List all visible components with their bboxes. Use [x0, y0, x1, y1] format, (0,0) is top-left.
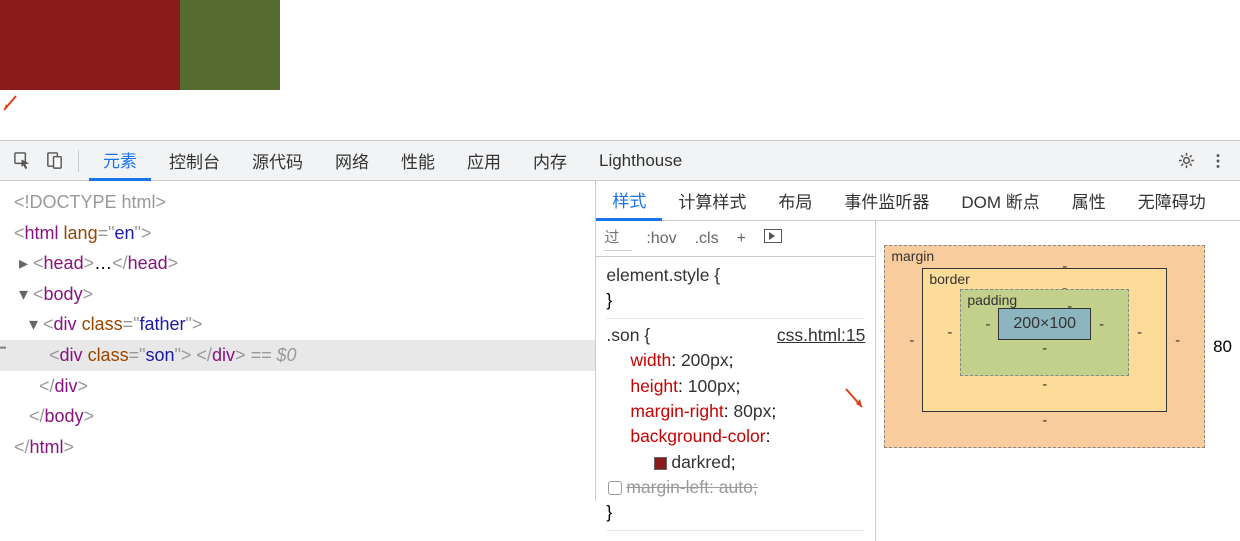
hov-button[interactable]: :hov	[642, 230, 680, 248]
subtab-dom-breakpoints[interactable]: DOM 断点	[945, 181, 1055, 221]
divider	[78, 150, 79, 172]
styles-toolbar: :hov .cls +	[596, 221, 875, 257]
inspect-icon[interactable]	[8, 147, 36, 175]
right-panels: 样式 计算样式 布局 事件监听器 DOM 断点 属性 无障碍功 :hov .cl…	[596, 181, 1240, 501]
subtab-computed[interactable]: 计算样式	[662, 181, 762, 221]
annotation-arrow	[2, 92, 22, 117]
new-rule-button[interactable]: +	[733, 230, 750, 248]
father-element	[0, 0, 280, 90]
subtab-layout[interactable]: 布局	[762, 181, 828, 221]
tab-memory[interactable]: 内存	[519, 141, 581, 181]
subtab-styles[interactable]: 样式	[596, 181, 662, 221]
rule-source-link[interactable]: css.html:15	[777, 323, 866, 348]
rule-selector-son[interactable]: .son {	[606, 323, 650, 348]
color-swatch-icon[interactable]	[654, 457, 667, 470]
tab-console[interactable]: 控制台	[155, 141, 234, 181]
bm-border[interactable]: border - - padding - -	[922, 268, 1167, 412]
dom-html-close[interactable]: </html>	[14, 432, 595, 463]
main-tab-bar: 元素 控制台 源代码 网络 性能 应用 内存 Lighthouse	[0, 141, 1240, 181]
cls-button[interactable]: .cls	[691, 230, 723, 248]
bm-padding[interactable]: padding - - 200×100 - -	[960, 289, 1129, 376]
elements-tree[interactable]: <!DOCTYPE html> <html lang="en"> ▸<head>…	[0, 181, 596, 501]
box-model-panel: margin - - border - -	[876, 221, 1240, 541]
dom-father-open[interactable]: ▾<div class="father">	[14, 309, 595, 340]
subtab-accessibility[interactable]: 无障碍功	[1122, 181, 1222, 221]
filter-input[interactable]	[604, 227, 632, 251]
bm-margin[interactable]: margin - - border - -	[884, 245, 1205, 448]
styles-rules[interactable]: element.style { } .son { css.html:15 wid…	[596, 257, 875, 541]
tab-sources[interactable]: 源代码	[238, 141, 317, 181]
bm-margin-right-value: 80	[1213, 337, 1232, 357]
sub-tab-bar: 样式 计算样式 布局 事件监听器 DOM 断点 属性 无障碍功	[596, 181, 1240, 221]
more-icon[interactable]	[1204, 147, 1232, 175]
dom-div-close[interactable]: </div>	[14, 371, 595, 402]
dom-body-open[interactable]: ▾<body>	[14, 279, 595, 310]
rule-element-style[interactable]: element.style { }	[606, 263, 865, 319]
devtools-panel: 元素 控制台 源代码 网络 性能 应用 内存 Lighthouse <!DOCT…	[0, 140, 1240, 501]
tab-network[interactable]: 网络	[321, 141, 383, 181]
bm-content[interactable]: 200×100	[998, 308, 1091, 340]
dom-head[interactable]: ▸<head>…</head>	[14, 248, 595, 279]
subtab-listeners[interactable]: 事件监听器	[828, 181, 945, 221]
computed-toggle-icon[interactable]	[760, 229, 786, 248]
prop-toggle-checkbox[interactable]	[608, 481, 622, 495]
dom-son-selected[interactable]: <div class="son"> </div> == $0	[0, 340, 595, 371]
styles-panel: :hov .cls + element.style { }	[596, 221, 876, 541]
dom-doctype[interactable]: <!DOCTYPE html>	[14, 192, 166, 212]
dom-html-open[interactable]: <html lang="en">	[14, 218, 595, 249]
gear-icon[interactable]	[1172, 147, 1200, 175]
page-preview	[0, 0, 1240, 140]
tab-performance[interactable]: 性能	[387, 141, 449, 181]
tab-elements[interactable]: 元素	[89, 141, 151, 181]
device-toggle-icon[interactable]	[40, 147, 68, 175]
subtab-properties[interactable]: 属性	[1056, 181, 1122, 221]
tab-lighthouse[interactable]: Lighthouse	[585, 141, 696, 181]
dom-body-close[interactable]: </body>	[14, 401, 595, 432]
annotation-arrow	[844, 387, 870, 413]
tab-application[interactable]: 应用	[453, 141, 515, 181]
son-element	[0, 0, 180, 90]
